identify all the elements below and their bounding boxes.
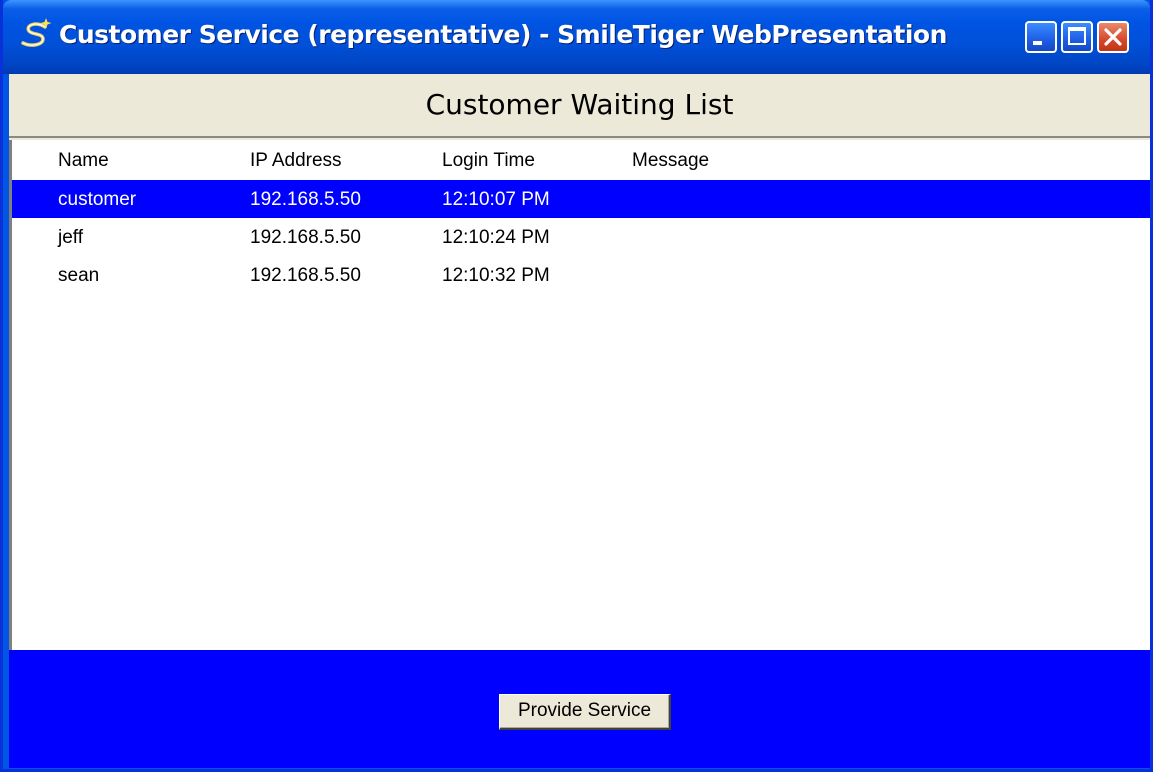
page-title: Customer Waiting List	[425, 88, 734, 121]
list-row-sean[interactable]: sean 192.168.5.50 12:10:32 PM	[12, 256, 1150, 294]
action-panel: Provide Service	[9, 650, 1150, 768]
cell-name: customer	[58, 189, 137, 210]
column-header-name[interactable]: Name	[58, 150, 109, 172]
window-title: Customer Service (representative) - Smil…	[59, 20, 947, 49]
title-bar[interactable]: Customer Service (representative) - Smil…	[3, 0, 1150, 74]
column-header-login-time[interactable]: Login Time	[442, 150, 535, 172]
cell-ip-address: 192.168.5.50	[250, 265, 361, 286]
list-row-jeff[interactable]: jeff 192.168.5.50 12:10:24 PM	[12, 218, 1150, 256]
minimize-icon	[1033, 41, 1042, 45]
minimize-button[interactable]	[1025, 21, 1057, 53]
cell-name: jeff	[58, 227, 84, 248]
list-row-customer[interactable]: customer 192.168.5.50 12:10:07 PM	[12, 180, 1150, 218]
close-icon	[1104, 28, 1122, 46]
cell-login-time: 12:10:07 PM	[442, 189, 550, 210]
maximize-icon	[1068, 27, 1086, 45]
provide-service-button[interactable]: Provide Service	[499, 694, 671, 730]
column-header-message[interactable]: Message	[632, 150, 709, 172]
column-header-ip-address[interactable]: IP Address	[250, 150, 342, 172]
maximize-button[interactable]	[1061, 21, 1093, 53]
heading-area: Customer Waiting List	[9, 74, 1150, 138]
cell-login-time: 12:10:32 PM	[442, 265, 550, 286]
close-button[interactable]	[1097, 21, 1129, 53]
customer-waiting-list[interactable]: Name IP Address Login Time Message custo…	[9, 140, 1150, 726]
cell-ip-address: 192.168.5.50	[250, 227, 361, 248]
app-window: Customer Service (representative) - Smil…	[0, 0, 1153, 772]
smiletiger-icon[interactable]	[19, 17, 53, 51]
cell-ip-address: 192.168.5.50	[250, 189, 361, 210]
list-header: Name IP Address Login Time Message	[12, 140, 1150, 180]
cell-name: sean	[58, 265, 100, 286]
cell-login-time: 12:10:24 PM	[442, 227, 550, 248]
